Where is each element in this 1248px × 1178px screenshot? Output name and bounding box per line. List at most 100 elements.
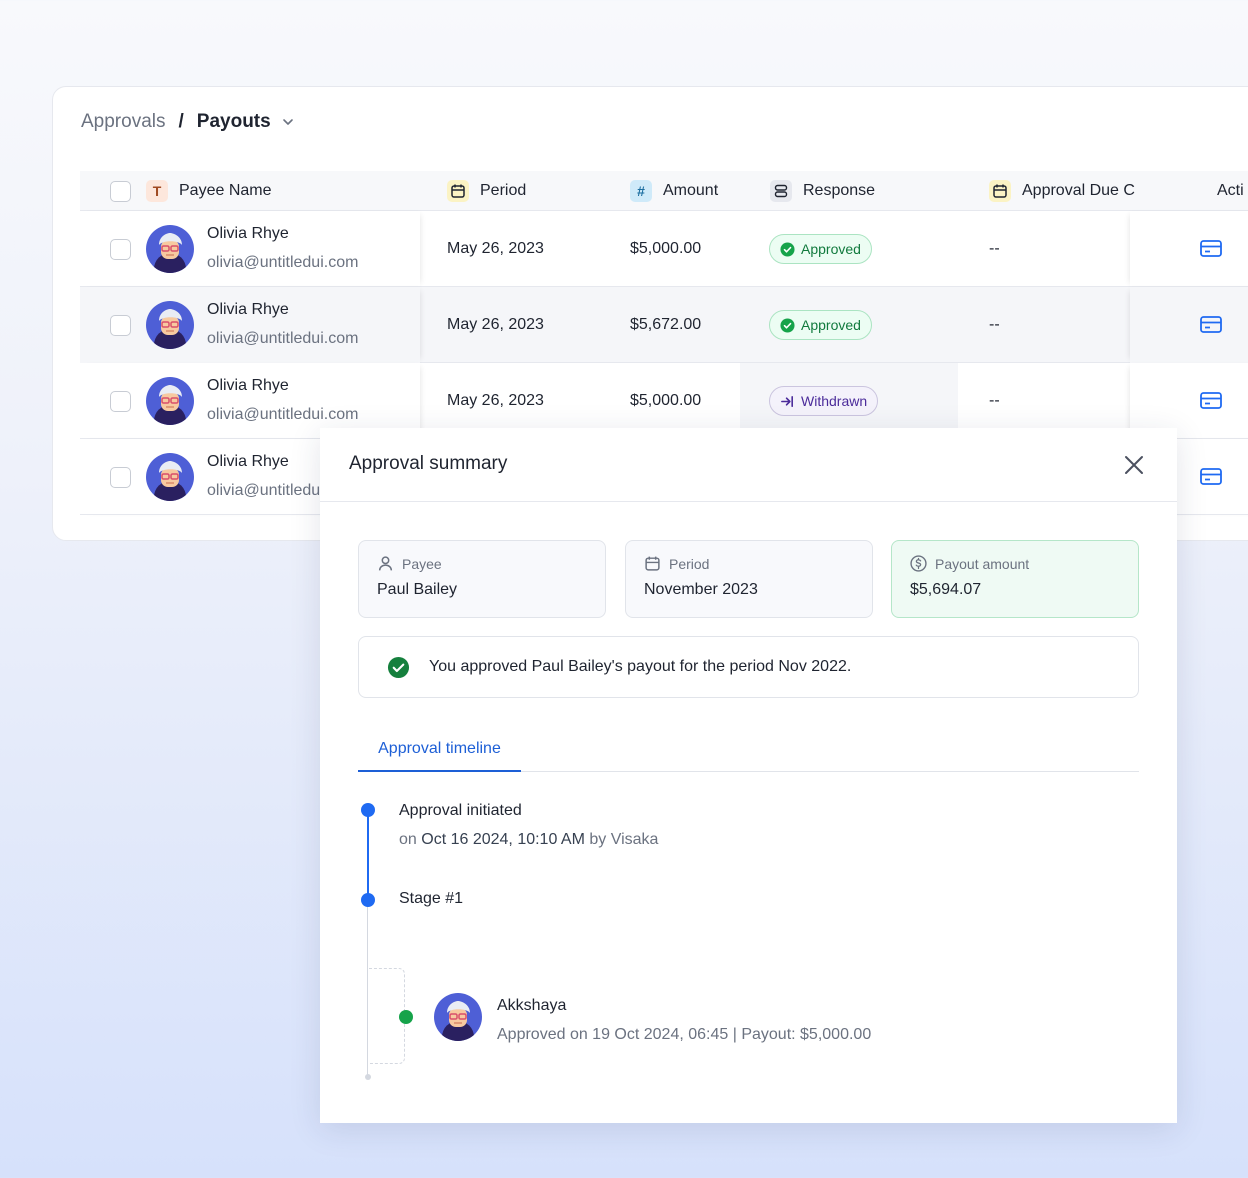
row-checkbox[interactable] <box>110 467 131 488</box>
avatar <box>146 301 194 349</box>
approval-notice: You approved Paul Bailey's payout for th… <box>358 636 1139 698</box>
notice-text: You approved Paul Bailey's payout for th… <box>429 658 852 675</box>
timeline-stage-title: Stage #1 <box>399 890 464 907</box>
payee-name: Olivia Rhye <box>207 301 289 318</box>
payee-card-label: Payee <box>377 555 587 572</box>
withdraw-arrow-icon <box>781 395 793 407</box>
payee-email: olivia@untitledu <box>207 482 321 499</box>
check-circle-icon <box>780 241 795 257</box>
avatar <box>146 377 194 425</box>
response-cell: Approved <box>769 287 872 363</box>
card-label-text: Period <box>669 555 710 572</box>
response-icon <box>770 180 792 202</box>
tab-approval-timeline[interactable]: Approval timeline <box>358 728 521 772</box>
due-cell: -- <box>989 316 1000 333</box>
approver-status-dot <box>399 1010 413 1024</box>
row-checkbox[interactable] <box>110 239 131 260</box>
payee-cell: Olivia Rhye olivia@untitledui.com <box>80 211 420 287</box>
payee-email: olivia@untitledui.com <box>207 330 359 347</box>
modal-title: Approval summary <box>349 453 508 474</box>
modal-header: Approval summary <box>320 428 1177 502</box>
action-cell <box>1130 287 1248 363</box>
amount-cell: $5,672.00 <box>630 316 702 333</box>
column-label: Approval Due C <box>1022 182 1135 199</box>
approver-name: Akkshaya <box>497 997 567 1014</box>
modal-tabs: Approval timeline <box>358 728 1139 772</box>
period-value: November 2023 <box>644 581 758 598</box>
avatar <box>434 993 482 1041</box>
column-payee-name[interactable]: T Payee Name <box>146 171 272 211</box>
timeline-connector <box>367 816 369 901</box>
column-approval-due[interactable]: Approval Due C <box>989 171 1135 211</box>
column-label: Response <box>803 182 876 199</box>
payee-email: olivia@untitledui.com <box>207 406 359 423</box>
initiated-on: on <box>399 831 417 848</box>
payee-email: olivia@untitledui.com <box>207 254 359 271</box>
initiated-date: Oct 16 2024, 10:10 AM <box>421 831 585 848</box>
period-cell: May 26, 2023 <box>447 240 544 257</box>
status-label: Approved <box>801 241 861 257</box>
initiated-by: by Visaka <box>589 831 659 848</box>
calendar-icon <box>645 556 660 571</box>
payout-amount-value: $5,694.07 <box>910 581 982 598</box>
period-cell: May 26, 2023 <box>447 316 544 333</box>
status-badge: Withdrawn <box>769 386 879 416</box>
row-checkbox[interactable] <box>110 315 131 336</box>
payout-amount-card: Payout amount $5,694.07 <box>891 540 1139 618</box>
period-card-label: Period <box>644 555 854 572</box>
credit-card-icon[interactable] <box>1200 391 1222 411</box>
status-label: Approved <box>801 317 861 333</box>
response-cell: Approved <box>769 211 872 287</box>
amount-cell: $5,000.00 <box>630 240 702 257</box>
card-label-text: Payout amount <box>935 555 1030 572</box>
check-circle-icon <box>387 656 410 678</box>
column-label: Amount <box>663 182 719 199</box>
breadcrumb-payouts[interactable]: Payouts <box>197 111 271 133</box>
calendar-icon <box>989 180 1011 202</box>
hash-icon: # <box>630 180 652 202</box>
credit-card-icon[interactable] <box>1200 239 1222 259</box>
avatar <box>146 453 194 501</box>
text-type-icon: T <box>146 180 168 202</box>
payee-name: Olivia Rhye <box>207 453 289 470</box>
payee-name: Olivia Rhye <box>207 377 289 394</box>
payee-name: Olivia Rhye <box>207 225 289 242</box>
calendar-icon <box>447 180 469 202</box>
table-row[interactable]: Olivia Rhye olivia@untitledui.com May 26… <box>80 211 1248 287</box>
column-response[interactable]: Response <box>770 171 875 211</box>
timeline-initiated-detail: on Oct 16 2024, 10:10 AM by Visaka <box>399 831 658 849</box>
due-cell: -- <box>989 240 1000 257</box>
payee-value: Paul Bailey <box>377 581 458 598</box>
column-actions[interactable]: Acti <box>1217 171 1244 211</box>
table-row[interactable]: Olivia Rhye olivia@untitledui.com May 26… <box>80 287 1248 363</box>
period-card: Period November 2023 <box>625 540 873 618</box>
column-label: Period <box>480 182 527 199</box>
breadcrumb-approvals[interactable]: Approvals <box>81 111 166 133</box>
breadcrumb-separator: / <box>178 111 184 132</box>
timeline-connector-pending <box>367 906 368 1078</box>
action-cell <box>1130 211 1248 287</box>
credit-card-icon[interactable] <box>1200 315 1222 335</box>
status-badge: Approved <box>769 310 872 340</box>
column-label: Acti <box>1217 182 1244 199</box>
credit-card-icon[interactable] <box>1200 467 1222 487</box>
approval-summary-modal: Approval summary Payee Paul Bailey Perio… <box>320 428 1177 1123</box>
close-icon[interactable] <box>1123 454 1145 476</box>
column-amount[interactable]: # Amount <box>630 171 718 211</box>
avatar <box>146 225 194 273</box>
check-circle-icon <box>780 317 795 333</box>
approver-detail: Approved on 19 Oct 2024, 06:45 | Payout:… <box>497 1026 872 1043</box>
table-header: T Payee Name Period # Amount Response Ap… <box>80 171 1248 211</box>
status-badge: Approved <box>769 234 872 264</box>
timeline-end-dot <box>365 1074 371 1080</box>
payee-card: Payee Paul Bailey <box>358 540 606 618</box>
dollar-circle-icon <box>910 555 927 572</box>
column-label: Payee Name <box>179 182 272 199</box>
chevron-down-icon[interactable] <box>281 115 295 129</box>
row-checkbox[interactable] <box>110 391 131 412</box>
column-period[interactable]: Period <box>447 171 526 211</box>
timeline-dot <box>361 803 375 817</box>
select-all-checkbox[interactable] <box>110 181 131 202</box>
payout-card-label: Payout amount <box>910 555 1120 572</box>
user-icon <box>378 556 393 571</box>
